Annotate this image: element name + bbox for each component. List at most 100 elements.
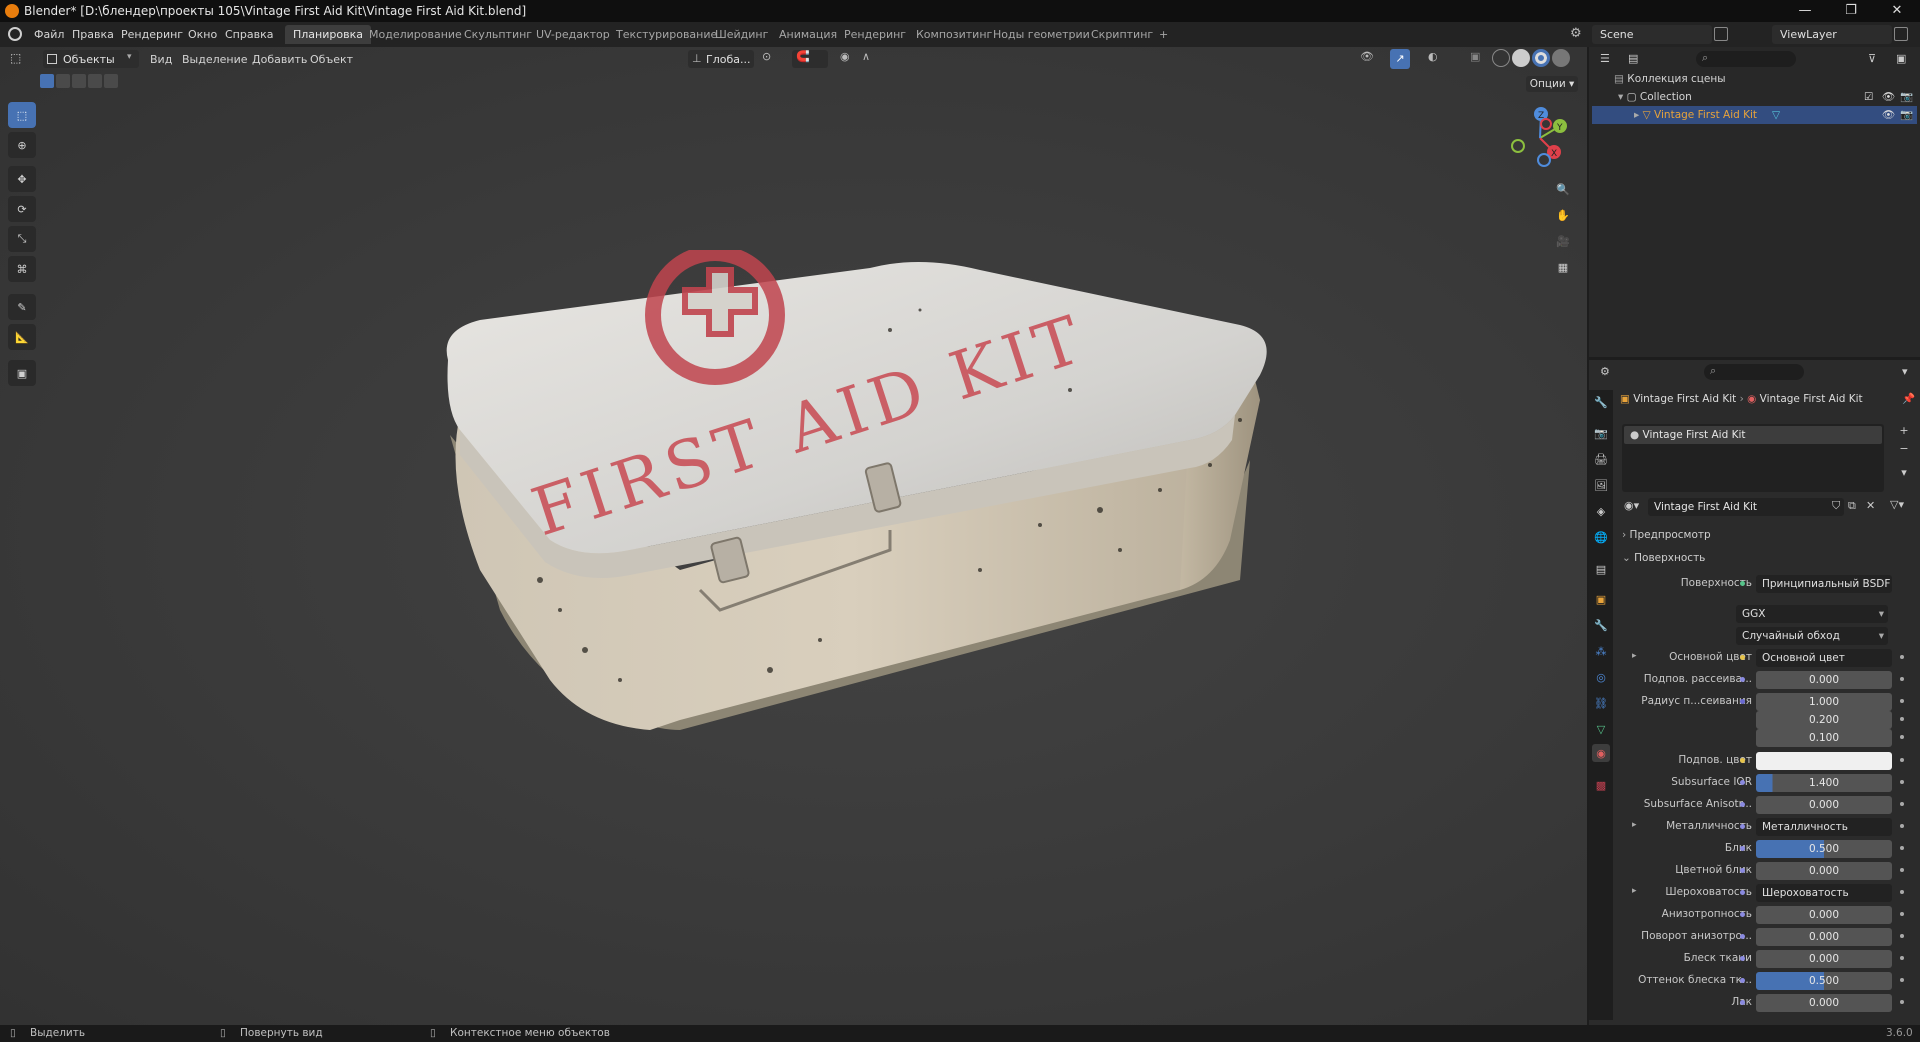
keyframe-dot-icon[interactable] bbox=[1900, 802, 1904, 806]
socket-icon[interactable] bbox=[1740, 978, 1745, 983]
numeric-slider[interactable]: 0.500 bbox=[1756, 972, 1892, 990]
modifier-tab-icon[interactable]: 🔧 bbox=[1592, 616, 1610, 634]
camera-icon[interactable]: 🎥 bbox=[1550, 230, 1576, 252]
numeric-slider[interactable]: 0.000 bbox=[1756, 950, 1892, 968]
pivot-point-icon[interactable]: ⊙ bbox=[762, 50, 784, 68]
menu-0[interactable]: Файл bbox=[34, 28, 64, 41]
physics-tab-icon[interactable]: ◎ bbox=[1592, 668, 1610, 686]
pan-hand-icon[interactable]: ✋ bbox=[1550, 204, 1576, 226]
scene-browse-icon[interactable]: ⚙ bbox=[1570, 26, 1588, 44]
workspace-tab-9[interactable]: Ноды геометрии bbox=[985, 25, 1098, 44]
viewport-menu-3[interactable]: Объект bbox=[310, 53, 353, 66]
distribution-dropdown[interactable]: GGX ▾ bbox=[1736, 605, 1888, 623]
close-icon[interactable]: ✕ bbox=[1874, 0, 1920, 22]
select-invert-icon[interactable] bbox=[88, 74, 102, 88]
socket-icon[interactable] bbox=[1740, 934, 1745, 939]
linked-node-field[interactable]: Металличность bbox=[1756, 818, 1892, 836]
socket-icon[interactable] bbox=[1740, 1000, 1745, 1005]
socket-icon[interactable] bbox=[1740, 655, 1745, 660]
snap-icon[interactable]: 🧲 bbox=[792, 50, 828, 68]
numeric-slider[interactable]: 0.000 bbox=[1756, 906, 1892, 924]
fake-user-shield-icon[interactable]: ⛉ bbox=[1832, 499, 1840, 513]
socket-icon[interactable] bbox=[1740, 802, 1745, 807]
object-eye-icon[interactable]: 👁 bbox=[1882, 106, 1895, 124]
view-layer-selector[interactable]: ViewLayer bbox=[1772, 25, 1892, 44]
material-name-field[interactable]: Vintage First Aid Kit bbox=[1648, 498, 1844, 516]
visibility-filter-icon[interactable]: 👁 bbox=[1360, 50, 1384, 68]
numeric-slider[interactable]: 0.000 bbox=[1756, 796, 1892, 814]
menu-2[interactable]: Рендеринг bbox=[121, 28, 183, 41]
output-tab-icon[interactable]: 🖨 bbox=[1592, 450, 1610, 468]
menu-1[interactable]: Правка bbox=[72, 28, 114, 41]
menu-3[interactable]: Окно bbox=[188, 28, 217, 41]
new-collection-icon[interactable]: ▣ bbox=[1896, 52, 1906, 65]
falloff-icon[interactable]: ∧ bbox=[862, 50, 880, 68]
workspace-tab-3[interactable]: UV-редактор bbox=[528, 25, 618, 44]
properties-editor-icon[interactable]: ⚙ bbox=[1600, 365, 1610, 378]
expand-arrow-icon[interactable]: ▾ bbox=[1618, 91, 1623, 103]
particles-tab-icon[interactable]: ⁂ bbox=[1592, 642, 1610, 660]
socket-icon[interactable] bbox=[1740, 699, 1745, 704]
viewport-menu-0[interactable]: Вид bbox=[150, 53, 172, 66]
chevron-down-icon[interactable]: ▾ bbox=[1902, 365, 1908, 378]
linked-node-field[interactable]: Шероховатость bbox=[1756, 884, 1892, 902]
breadcrumb-material[interactable]: Vintage First Aid Kit bbox=[1760, 393, 1863, 405]
keyframe-dot-icon[interactable] bbox=[1900, 758, 1904, 762]
restore-icon[interactable]: ❐ bbox=[1828, 0, 1874, 22]
browse-material-icon[interactable]: ◉▾ bbox=[1624, 499, 1639, 512]
minimize-icon[interactable]: — bbox=[1782, 0, 1828, 22]
node-link-icon[interactable]: ▽▾ bbox=[1890, 498, 1916, 516]
numeric-slider[interactable]: 0.200 bbox=[1756, 711, 1892, 729]
pin-icon[interactable]: 📌 bbox=[1902, 390, 1915, 408]
socket-icon[interactable] bbox=[1740, 846, 1745, 851]
keyframe-dot-icon[interactable] bbox=[1900, 846, 1904, 850]
keyframe-dot-icon[interactable] bbox=[1900, 824, 1904, 828]
workspace-tab-6[interactable]: Анимация bbox=[771, 25, 845, 44]
wireframe-shading-icon[interactable] bbox=[1492, 49, 1510, 67]
render-camera-icon[interactable]: 📷 bbox=[1900, 88, 1913, 106]
surface-panel-header[interactable]: ⌄ Поверхность bbox=[1622, 549, 1917, 567]
zoom-icon[interactable]: 🔍 bbox=[1550, 178, 1576, 200]
gizmo-toggle-icon[interactable]: ↗ bbox=[1390, 49, 1410, 69]
outliner-collection[interactable]: ▾ ▢ Collection ☑ 👁 📷 bbox=[1592, 88, 1917, 106]
numeric-slider[interactable]: 0.000 bbox=[1756, 994, 1892, 1012]
workspace-tab-7[interactable]: Рендеринг bbox=[836, 25, 914, 44]
rotate-tool[interactable]: ⟳ bbox=[8, 196, 36, 222]
slot-menu-icon[interactable]: ▾ bbox=[1896, 466, 1912, 482]
transform-orientation-selector[interactable]: ⊥ Глоба... bbox=[688, 50, 754, 68]
view-layer-tab-icon[interactable]: 🖼 bbox=[1592, 476, 1610, 494]
object-tab-icon[interactable]: ▣ bbox=[1592, 590, 1610, 608]
keyframe-dot-icon[interactable] bbox=[1900, 780, 1904, 784]
blender-menu-icon[interactable] bbox=[8, 27, 22, 41]
viewport-menu-2[interactable]: Добавить bbox=[252, 53, 307, 66]
keyframe-dot-icon[interactable] bbox=[1900, 699, 1904, 703]
expand-arrow-icon[interactable]: ▸ bbox=[1632, 651, 1637, 661]
numeric-slider[interactable]: 1.000 bbox=[1756, 693, 1892, 711]
select-extend-icon[interactable] bbox=[56, 74, 70, 88]
transform-tool[interactable]: ⌘ bbox=[8, 256, 36, 282]
solid-shading-icon[interactable] bbox=[1512, 49, 1530, 67]
properties-search-input[interactable]: ⌕ bbox=[1704, 364, 1804, 380]
preview-panel-header[interactable]: › Предпросмотр bbox=[1622, 526, 1917, 544]
socket-icon[interactable] bbox=[1740, 677, 1745, 682]
workspace-tab-0[interactable]: Планировка bbox=[285, 25, 371, 44]
surface-shader-field[interactable]: Принципиальный BSDF bbox=[1756, 575, 1892, 593]
rendered-shading-icon[interactable] bbox=[1552, 49, 1570, 67]
keyframe-dot-icon[interactable] bbox=[1900, 956, 1904, 960]
workspace-tab-10[interactable]: Скриптинг bbox=[1083, 25, 1161, 44]
texture-tab-icon[interactable]: ▩ bbox=[1592, 776, 1610, 794]
expand-arrow-icon[interactable]: ▸ bbox=[1632, 886, 1637, 896]
display-mode-icon[interactable]: ▤ bbox=[1628, 52, 1638, 65]
socket-icon[interactable] bbox=[1740, 890, 1745, 895]
outliner-search-input[interactable]: ⌕ bbox=[1696, 51, 1796, 67]
render-tab-icon[interactable]: 📷 bbox=[1592, 424, 1610, 442]
numeric-slider[interactable]: 0.000 bbox=[1756, 671, 1892, 689]
viewport-menu-1[interactable]: Выделение bbox=[182, 53, 248, 66]
linked-node-field[interactable]: Основной цвет bbox=[1756, 649, 1892, 667]
numeric-slider[interactable]: 0.000 bbox=[1756, 928, 1892, 946]
subsurface-method-dropdown[interactable]: Случайный обход ▾ bbox=[1736, 627, 1888, 645]
material-preview-icon[interactable] bbox=[1532, 49, 1550, 67]
select-box-tool[interactable]: ⬚ bbox=[8, 102, 36, 128]
proportional-edit-icon[interactable]: ◉ bbox=[840, 50, 858, 68]
workspace-tab-1[interactable]: Моделирование bbox=[361, 25, 470, 44]
